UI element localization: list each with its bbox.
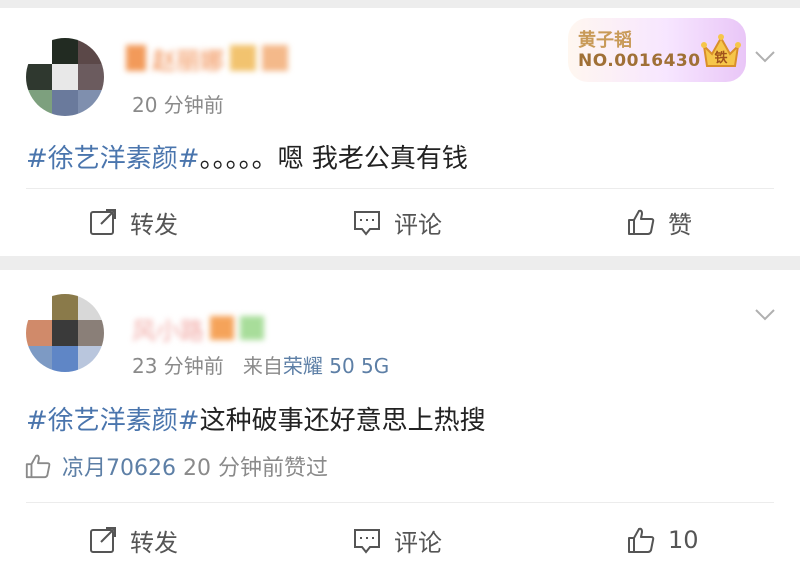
username-badge-blurred [210, 316, 234, 340]
username-badge-blurred [240, 316, 264, 340]
post-time: 20 分钟前 [132, 93, 224, 117]
fan-badge[interactable]: 黄子韬 NO.0016430 铁 [568, 18, 746, 82]
comment-button[interactable]: 评论 [352, 520, 442, 560]
badge-number: NO.0016430 [578, 51, 701, 71]
post-card-1: 赵丽娜 20 分钟前 黄子韬 NO.0016430 铁 #徐艺洋素颜#。。。。。… [0, 8, 800, 256]
post-card-2: 风小路 23 分钟前 来自荣耀 50 5G #徐艺洋素颜#这种破事还好意思上热搜… [0, 270, 800, 569]
username-emoji-blurred [262, 45, 288, 71]
thumbs-up-icon [25, 454, 51, 479]
repost-label: 转发 [130, 528, 178, 557]
comment-button[interactable]: 评论 [352, 202, 442, 242]
chevron-down-icon[interactable] [754, 308, 776, 322]
repost-button[interactable]: 转发 [88, 520, 178, 560]
like-label: 赞 [668, 210, 692, 239]
username-emoji-blurred [230, 45, 256, 71]
post-body: 这种破事还好意思上热搜 [199, 406, 486, 436]
username: 赵丽娜 [152, 46, 224, 75]
device-link[interactable]: 荣耀 50 5G [283, 354, 389, 378]
user-avatar[interactable] [26, 38, 104, 116]
liked-time: 20 分钟前赞过 [183, 456, 328, 481]
hashtag-link[interactable]: #徐艺洋素颜# [26, 406, 200, 436]
repost-icon [90, 209, 116, 235]
comment-label: 评论 [394, 210, 442, 239]
post-text: #徐艺洋素颜#这种破事还好意思上热搜 [26, 400, 486, 437]
comment-icon [354, 529, 380, 554]
comment-label: 评论 [394, 528, 442, 557]
action-bar: 转发 评论 10 [0, 520, 800, 560]
action-bar: 转发 评论 赞 [0, 202, 800, 242]
username-blurred[interactable]: 风小路 [132, 314, 264, 345]
like-button[interactable]: 赞 [626, 202, 692, 242]
post-body: 。。。。。嗯 我老公真有钱 [199, 144, 468, 174]
username-mosaic-block [126, 45, 146, 71]
like-button[interactable]: 10 [626, 520, 699, 560]
user-avatar[interactable] [26, 294, 104, 372]
divider [26, 502, 774, 503]
thumbs-up-icon [628, 527, 655, 553]
like-count: 10 [668, 526, 699, 554]
source-prefix: 来自 [242, 354, 283, 378]
username-blurred[interactable]: 赵丽娜 [126, 44, 288, 75]
post-text: #徐艺洋素颜#。。。。。嗯 我老公真有钱 [26, 138, 468, 175]
username: 风小路 [132, 316, 204, 345]
hashtag-link[interactable]: #徐艺洋素颜# [26, 144, 200, 174]
repost-button[interactable]: 转发 [88, 202, 178, 242]
post-meta: 23 分钟前 来自荣耀 50 5G [132, 350, 389, 379]
repost-label: 转发 [130, 210, 178, 239]
liked-by-line: 凉月70626 20 分钟前赞过 [24, 450, 328, 482]
crown-text: 铁 [713, 50, 727, 66]
thumbs-up-icon [628, 209, 655, 235]
chevron-down-icon[interactable] [754, 50, 776, 64]
divider [26, 188, 774, 189]
post-time: 23 分钟前 [132, 354, 224, 378]
repost-icon [90, 527, 116, 553]
badge-title: 黄子韬 [578, 30, 632, 51]
comment-icon [354, 211, 380, 236]
crown-icon: 铁 [701, 34, 741, 67]
liker-name[interactable]: 凉月70626 [62, 456, 176, 481]
